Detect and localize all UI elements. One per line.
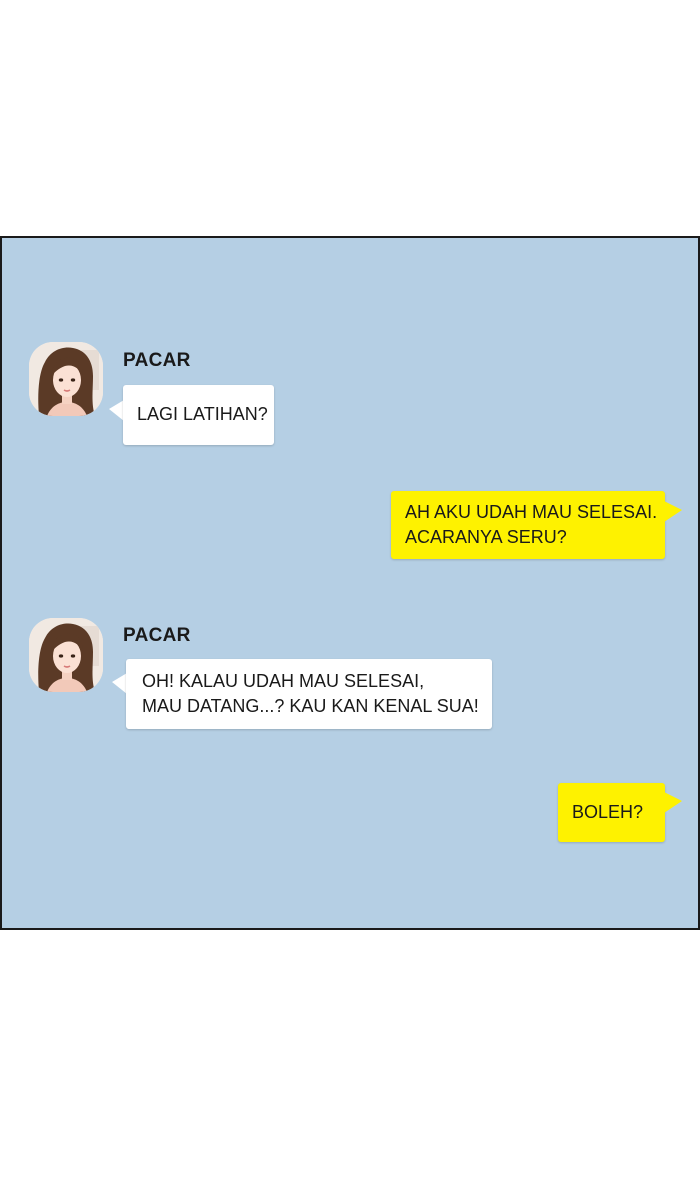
- sender-avatar[interactable]: [29, 618, 103, 692]
- message-bubble-outgoing[interactable]: BOLEH?: [558, 783, 665, 842]
- message-text: OH! KALAU UDAH MAU SELESAI,: [142, 671, 425, 691]
- message-text: MAU DATANG...? KAU KAN KENAL SUA!: [142, 696, 479, 716]
- message-text: AH AKU UDAH MAU SELESAI.: [405, 502, 658, 522]
- message-bubble-incoming[interactable]: LAGI LATIHAN?: [123, 385, 274, 445]
- sender-name: PACAR: [123, 350, 191, 371]
- sender-name: PACAR: [123, 625, 191, 646]
- sender-avatar[interactable]: [29, 342, 103, 416]
- bubble-tail: [664, 792, 682, 813]
- chat-panel: PACAR LAGI LATIHAN? AH AKU UDAH MAU SELE…: [0, 236, 700, 930]
- message-bubble-outgoing[interactable]: AH AKU UDAH MAU SELESAI. ACARANYA SERU?: [391, 491, 665, 559]
- message-text: ACARANYA SERU?: [405, 527, 567, 547]
- bubble-tail: [109, 400, 124, 421]
- message-bubble-incoming[interactable]: OH! KALAU UDAH MAU SELESAI, MAU DATANG..…: [126, 659, 492, 729]
- bubble-tail: [112, 673, 127, 694]
- bubble-tail: [664, 501, 682, 522]
- message-text: BOLEH?: [572, 802, 644, 822]
- message-text: LAGI LATIHAN?: [137, 404, 268, 424]
